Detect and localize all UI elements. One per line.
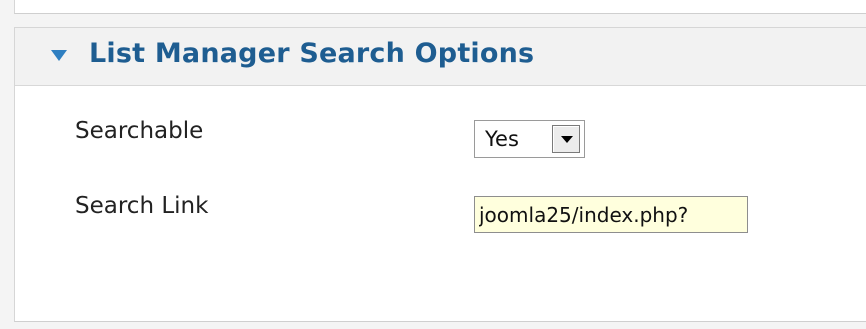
search-link-label: Search Link	[75, 193, 209, 219]
dropdown-button[interactable]	[552, 125, 580, 153]
searchable-label: Searchable	[75, 118, 204, 144]
searchable-select[interactable]: Yes	[474, 120, 585, 158]
triangle-down-icon[interactable]	[51, 50, 67, 61]
panel-title[interactable]: List Manager Search Options	[89, 38, 534, 69]
search-options-panel: List Manager Search Options Searchable Y…	[14, 27, 866, 322]
previous-panel-bottom	[14, 0, 866, 14]
panel-header[interactable]: List Manager Search Options	[15, 28, 866, 86]
search-link-input[interactable]	[474, 196, 748, 233]
previous-panel-edge	[0, 0, 866, 22]
searchable-select-value: Yes	[485, 127, 519, 151]
dropdown-arrow-icon	[561, 136, 573, 143]
